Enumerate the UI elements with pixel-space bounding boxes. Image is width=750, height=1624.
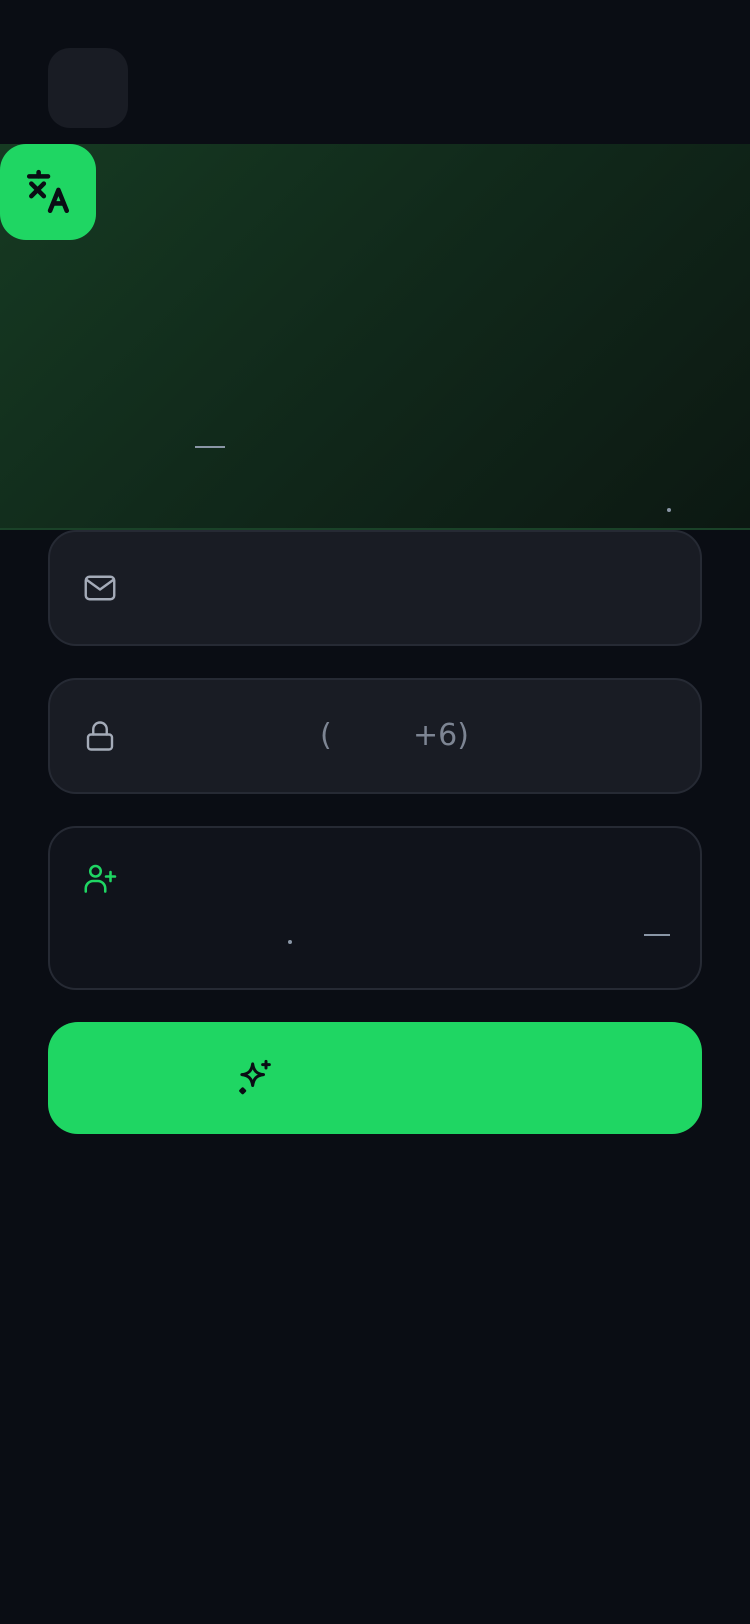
password-field[interactable]: ( +6) — [48, 678, 702, 794]
back-button[interactable] — [48, 48, 128, 128]
translate-icon — [26, 169, 70, 214]
mail-icon — [84, 575, 116, 601]
password-hint-count: +6) — [413, 718, 469, 753]
submit-button[interactable] — [48, 1022, 702, 1134]
hero-divider — [195, 446, 225, 448]
password-hint-open: ( — [320, 718, 332, 753]
lock-icon — [86, 721, 114, 751]
sparkles-icon — [239, 1059, 271, 1095]
hero-dot — [667, 508, 671, 512]
hero-banner — [0, 144, 750, 530]
app-logo — [0, 144, 96, 240]
invite-dash — [644, 934, 670, 936]
user-plus-icon — [84, 864, 117, 893]
email-field[interactable] — [48, 530, 702, 646]
invite-dot — [288, 940, 292, 944]
invite-code-field[interactable] — [48, 826, 702, 990]
